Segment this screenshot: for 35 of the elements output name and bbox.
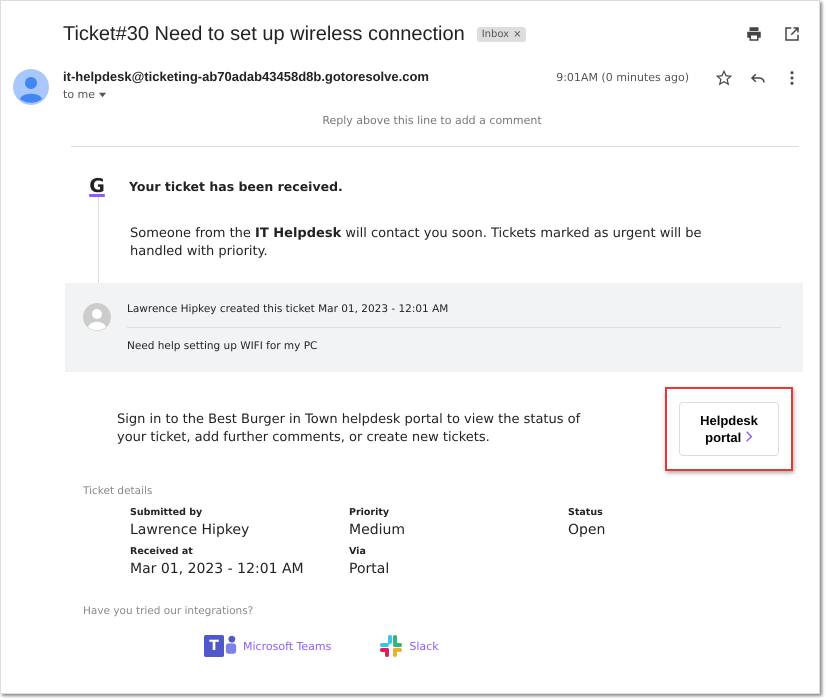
- chevron-icon: [744, 431, 753, 442]
- field-label: Priority: [349, 507, 390, 518]
- inbox-label: Inbox ×: [476, 26, 526, 42]
- section-title: Ticket details: [83, 485, 154, 497]
- avatar-icon: [83, 303, 111, 331]
- open-in-new-window-icon[interactable]: [783, 25, 801, 43]
- sent-time: 9:01AM (0 minutes ago): [556, 71, 689, 84]
- section-title: Have you tried our integrations?: [83, 605, 254, 617]
- integration-link[interactable]: Microsoft Teams: [243, 640, 332, 652]
- comment-text: Need help setting up WIFI for my PC: [127, 340, 318, 352]
- email-subject: Ticket#30 Need to set up wireless connection: [63, 22, 465, 46]
- field-value: Lawrence Hipkey: [130, 522, 250, 538]
- portal-text: Sign in to the Best Burger in Town helpdesk portal to view the status of your ticket, add further comments, or create new tickets.: [117, 411, 582, 447]
- field-label: Status: [568, 507, 604, 518]
- field-value: Mar 01, 2023 - 12:01 AM: [130, 561, 305, 577]
- recipient-dropdown[interactable]: to me: [63, 88, 556, 101]
- message-heading: Your ticket has been received.: [129, 178, 343, 194]
- field-label: Received at: [130, 546, 194, 557]
- reply-hint: Reply above this line to add a comment: [322, 114, 542, 127]
- field-label: Submitted by: [130, 507, 204, 518]
- comment-byline: Lawrence Hipkey created this ticket Mar 01, 2023 - 12:01 AM: [127, 303, 450, 315]
- print-icon[interactable]: [745, 25, 763, 43]
- field-value: Open: [568, 522, 606, 538]
- sender-email: it-helpdesk@ticketing-ab70adab43458d8b.gotoresolve.com: [63, 69, 430, 84]
- field-value: Medium: [349, 522, 406, 538]
- field-value: Portal: [349, 561, 390, 577]
- helpdesk-portal-button[interactable]: Helpdesk portal: [679, 402, 779, 456]
- star-icon[interactable]: [715, 69, 733, 87]
- field-label: Via: [349, 546, 367, 557]
- logo-icon: G: [65, 175, 129, 197]
- integration-link[interactable]: Slack: [409, 640, 439, 652]
- avatar-icon: [13, 69, 49, 105]
- slack-logo-icon: [379, 634, 404, 658]
- message-text: Someone from the IT Helpdesk will contact you soon. Tickets marked as urgent will be handled with priority.: [130, 225, 703, 261]
- caret-icon: [98, 90, 108, 99]
